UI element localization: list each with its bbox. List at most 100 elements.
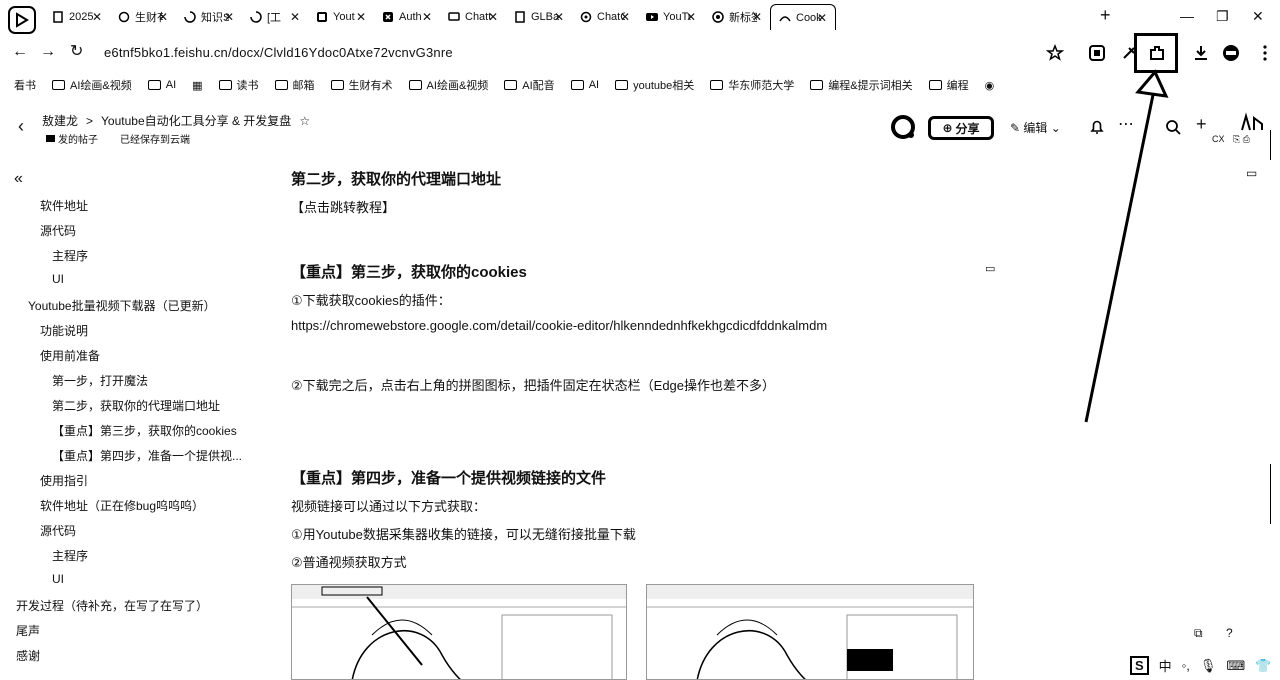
ime-language[interactable]: 中 [1159,656,1172,675]
more-horizontal-icon[interactable]: ⋯ [1118,114,1136,133]
toc-item[interactable]: UI [52,572,64,586]
scroll-indicator-lower[interactable] [1270,464,1278,524]
toc-item[interactable]: 源代码 [40,522,76,539]
help-icon[interactable]: ? [1226,626,1233,640]
bookmark-folder[interactable]: 生财有术 [330,77,393,93]
url-input[interactable]: e6tnf5bko1.feishu.cn/docx/Clvld16Ydoc0At… [104,45,453,60]
restore-icon[interactable]: ❐ [1216,8,1229,25]
pet-mascot-icon[interactable] [1238,112,1268,134]
toc-item[interactable]: 【重点】第三步，获取你的cookies [52,422,237,439]
close-icon[interactable]: ✕ [290,10,300,24]
comment-bubble-icon[interactable]: ▭ [1246,166,1257,180]
bell-icon[interactable] [1088,118,1106,136]
comment-icon[interactable]: ⎘ [1233,134,1240,144]
bookmark-folder[interactable]: AI绘画&视频 [52,77,132,93]
tab[interactable]: 新标签 ✕ [704,4,770,30]
tab[interactable]: ChatC ✕ [572,4,638,30]
bookmark-folder[interactable]: 编程 [928,77,969,93]
download-icon[interactable] [1192,44,1210,62]
bookmark-item[interactable]: 看书 [14,77,36,93]
toc-item[interactable]: 功能说明 [40,322,88,339]
bookmark-folder[interactable]: AI [570,79,599,91]
toc-item[interactable]: 使用指引 [40,472,88,489]
browser-app-icon[interactable] [8,6,36,34]
sogou-ime-icon[interactable]: S [1130,656,1149,675]
close-icon[interactable]: ✕ [620,10,630,24]
toc-item[interactable]: 第二步，获取你的代理端口地址 [52,397,220,414]
tab[interactable]: [工 ✕ [242,4,308,30]
toc-item[interactable]: 【重点】第四步，准备一个提供视... [52,447,242,464]
profile-avatar-icon[interactable] [1222,44,1240,62]
extension-grid-icon[interactable] [1088,44,1106,62]
bookmark-folder[interactable]: youtube相关 [615,77,694,93]
note-icon[interactable]: ⎙ [1243,134,1250,144]
bookmark-folder[interactable]: 编程&提示词相关 [810,77,913,93]
toc-item[interactable]: 尾声 [16,622,40,639]
star-icon[interactable] [1046,44,1064,62]
tab-active[interactable]: Cook ✕ [770,4,836,30]
search-icon[interactable] [1164,118,1182,136]
tab[interactable]: GLBai ✕ [506,4,572,30]
edit-button[interactable]: ✎ 编辑 ⌄ [1010,119,1061,136]
punctuation-icon[interactable]: ◦, [1182,658,1190,673]
bookmark-folder[interactable]: 邮箱 [274,77,315,93]
shirt-icon[interactable]: 👕 [1255,658,1271,674]
toc-item[interactable]: 软件地址（正在修bug呜呜呜） [40,497,204,514]
close-icon[interactable]: ✕ [752,10,762,24]
embedded-screenshot-1[interactable] [291,584,627,680]
tab[interactable]: Auth ✕ [374,4,440,30]
close-icon[interactable]: ✕ [554,10,564,24]
scroll-indicator[interactable] [1270,130,1278,160]
close-icon[interactable]: ✕ [224,10,234,24]
doc-title[interactable]: Youtube自动化工具分享 & 开发复盘 [101,112,291,129]
toc-item[interactable]: 第一步，打开魔法 [52,372,148,389]
minimize-icon[interactable]: — [1180,8,1194,24]
window-close-icon[interactable]: ✕ [1252,8,1264,25]
bookmark-grid[interactable]: ▦ [192,79,202,92]
collaborator-avatar-icon[interactable] [890,114,916,140]
toc-item[interactable]: 软件地址 [40,197,88,214]
back-arrow-icon[interactable]: ← [12,44,28,60]
tab[interactable]: Yout ✕ [308,4,374,30]
toc-item[interactable]: 开发过程（待补充，在写了在写了） [16,597,208,614]
reload-icon[interactable]: ↻ [70,44,83,60]
copy-icon[interactable]: ⧉ [1194,626,1203,641]
forward-arrow-icon[interactable]: → [40,44,56,60]
plus-icon[interactable]: + [1196,114,1214,134]
toc-item[interactable]: 主程序 [52,547,88,564]
bookmark-folder[interactable]: AI [147,79,176,91]
bookmark-globe[interactable]: ◉ [985,79,995,92]
bookmark-folder[interactable]: AI配音 [504,77,555,93]
plugin-url-link[interactable]: https://chromewebstore.google.com/detail… [291,318,827,333]
toc-item[interactable]: 源代码 [40,222,76,239]
add-comment-icon[interactable]: ▭ [985,262,995,275]
toc-item[interactable]: UI [52,272,64,286]
tab[interactable]: YouTu ✕ [638,4,704,30]
close-icon[interactable]: ✕ [158,10,168,24]
toc-item[interactable]: 主程序 [52,247,88,264]
close-icon[interactable]: ✕ [488,10,498,24]
tab[interactable]: 生财有 ✕ [110,4,176,30]
close-icon[interactable]: ✕ [817,11,827,25]
toc-item[interactable]: 感谢 [16,647,40,664]
breadcrumb-author[interactable]: 敖建龙 [42,112,78,129]
more-vertical-icon[interactable] [1256,44,1274,62]
close-icon[interactable]: ✕ [356,10,366,24]
bookmark-folder[interactable]: 华东师范大学 [710,77,794,93]
tab[interactable]: 知识S ✕ [176,4,242,30]
collapse-sidebar-icon[interactable]: « [14,170,23,188]
bookmark-folder[interactable]: 读书 [218,77,259,93]
tab[interactable]: Chatt ✕ [440,4,506,30]
close-icon[interactable]: ✕ [92,10,102,24]
star-outline-icon[interactable]: ☆ [299,114,310,128]
share-button[interactable]: ⊕ 分享 [928,116,994,140]
folder-path[interactable]: 发的帖子 [46,131,98,146]
toc-item[interactable]: 使用前准备 [40,347,100,364]
close-icon[interactable]: ✕ [422,10,432,24]
chevron-left-icon[interactable]: ‹ [18,116,24,137]
mic-icon[interactable]: 🎙 [1200,658,1217,674]
embedded-screenshot-2[interactable] [646,584,974,680]
bookmark-folder[interactable]: AI绘画&视频 [408,77,488,93]
tutorial-link[interactable]: 【点击跳转教程】 [291,197,395,216]
new-tab-button[interactable]: + [1100,5,1111,26]
